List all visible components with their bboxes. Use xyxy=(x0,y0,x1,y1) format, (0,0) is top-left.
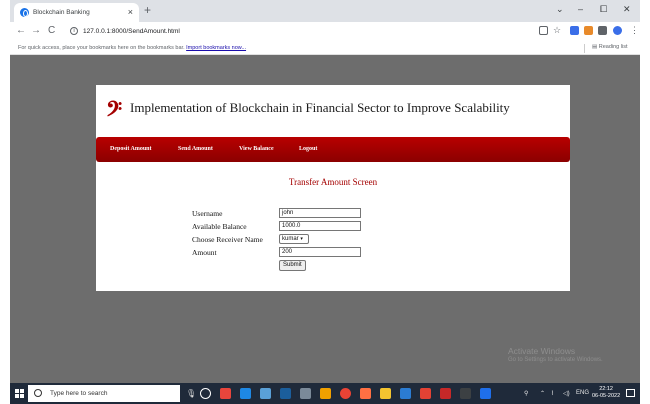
forward-icon[interactable]: → xyxy=(31,25,41,36)
minimize-icon[interactable]: – xyxy=(578,4,583,14)
screen: Blockchain Banking × + ⌄ – ⧠ ✕ ← → C i 1… xyxy=(10,0,640,404)
chrome-favicon-icon xyxy=(20,8,29,17)
extensions-puzzle-icon[interactable] xyxy=(598,26,607,35)
search-placeholder: Type here to search xyxy=(50,390,108,397)
username-label: Username xyxy=(192,209,223,218)
extension-shield-icon[interactable] xyxy=(570,26,579,35)
store-icon[interactable] xyxy=(280,388,291,399)
activate-windows-watermark: Activate Windows Go to Settings to activ… xyxy=(508,346,603,363)
site-info-icon[interactable]: i xyxy=(70,27,78,35)
browser-tabstrip: Blockchain Banking × + ⌄ – ⧠ ✕ xyxy=(10,0,640,22)
reading-list-label: Reading list xyxy=(598,44,628,50)
share-icon[interactable] xyxy=(539,26,548,35)
app-icon[interactable] xyxy=(440,388,451,399)
taskbar-search[interactable]: Type here to search xyxy=(28,385,180,402)
taskview-icon[interactable] xyxy=(220,388,231,399)
back-icon[interactable]: ← xyxy=(16,25,26,36)
url-text: 127.0.0.1:8000/SendAmount.html xyxy=(83,28,180,35)
receiver-selected: kumar xyxy=(282,236,299,242)
bookmarks-bar: For quick access, place your bookmarks h… xyxy=(10,41,640,55)
site-header: 𝄢 Implementation of Blockchain in Financ… xyxy=(96,85,570,135)
reload-icon[interactable]: C xyxy=(48,25,55,36)
word-icon[interactable] xyxy=(400,388,411,399)
people-icon[interactable]: ⚲ xyxy=(524,390,528,397)
photos-icon[interactable] xyxy=(260,388,271,399)
pdf-icon[interactable] xyxy=(420,388,431,399)
balance-field[interactable]: 1000.0 xyxy=(279,221,361,231)
menu-view-balance[interactable]: View Balance xyxy=(239,146,274,152)
browser-tab[interactable]: Blockchain Banking × xyxy=(14,3,139,22)
windows-start-icon[interactable] xyxy=(15,389,24,398)
language-icon[interactable]: ENG xyxy=(576,390,589,396)
amount-field[interactable]: 200 xyxy=(279,247,361,257)
receiver-label: Choose Receiver Name xyxy=(192,235,263,244)
cortana-icon[interactable] xyxy=(200,388,211,399)
paint-icon[interactable] xyxy=(360,388,371,399)
calculator-icon[interactable] xyxy=(320,388,331,399)
amount-label: Amount xyxy=(192,248,217,257)
menu-deposit-amount[interactable]: Deposit Amount xyxy=(110,146,152,152)
profile-icon[interactable] xyxy=(613,26,622,35)
microphone-icon[interactable]: 🎙 xyxy=(186,389,196,398)
bass-clef-logo-icon: 𝄢 xyxy=(106,97,123,126)
star-icon[interactable]: ☆ xyxy=(553,25,562,35)
tab-search-icon[interactable]: ⌄ xyxy=(556,4,564,15)
notification-icon[interactable] xyxy=(626,389,635,397)
extension-fox-icon[interactable] xyxy=(584,26,593,35)
network-icon[interactable]: ⌇ xyxy=(551,390,554,397)
menu-send-amount[interactable]: Send Amount xyxy=(178,146,213,152)
maximize-icon[interactable]: ⧠ xyxy=(600,4,607,15)
divider xyxy=(584,44,585,53)
bookmarks-message: For quick access, place your bookmarks h… xyxy=(18,45,246,51)
browser-toolbar: ← → C i 127.0.0.1:8000/SendAmount.html ☆… xyxy=(10,22,640,41)
clock-date: 06-05-2022 xyxy=(592,393,621,399)
chevron-down-icon: ▾ xyxy=(300,236,303,242)
lock-icon[interactable] xyxy=(300,388,311,399)
volume-icon[interactable]: ◁) xyxy=(563,390,570,397)
vscode-icon[interactable] xyxy=(480,388,491,399)
search-icon xyxy=(34,389,42,397)
close-tab-icon[interactable]: × xyxy=(128,7,133,17)
username-field[interactable]: john xyxy=(279,208,361,218)
main-menu: Deposit Amount Send Amount View Balance … xyxy=(96,137,570,162)
tab-title: Blockchain Banking xyxy=(33,9,90,16)
file-explorer-icon[interactable] xyxy=(380,388,391,399)
edge-icon[interactable] xyxy=(240,388,251,399)
chrome-icon[interactable] xyxy=(340,388,351,399)
import-bookmarks-link[interactable]: Import bookmarks now... xyxy=(186,45,246,51)
menu-kebab-icon[interactable]: ⋮ xyxy=(630,25,639,36)
bookmarks-hint: For quick access, place your bookmarks h… xyxy=(18,45,185,51)
watermark-line1: Activate Windows xyxy=(508,346,576,356)
tray-chevron-icon[interactable]: ⌃ xyxy=(540,390,545,397)
site-title: Implementation of Blockchain in Financia… xyxy=(130,100,510,115)
taskbar: Type here to search 🎙 ⚲ ⌃ ⌇ ◁) ENG 22:12… xyxy=(10,383,640,404)
reading-list-icon: ▤ xyxy=(592,44,599,50)
screen-title: Transfer Amount Screen xyxy=(288,177,378,187)
submit-button[interactable]: Submit xyxy=(279,260,306,271)
reading-list-button[interactable]: ▤ Reading list xyxy=(584,44,628,53)
receiver-select[interactable]: kumar ▾ xyxy=(279,234,309,244)
menu-logout[interactable]: Logout xyxy=(299,146,317,152)
close-window-icon[interactable]: ✕ xyxy=(623,4,631,15)
clock-time: 22:12 xyxy=(599,386,613,392)
balance-label: Available Balance xyxy=(192,222,247,231)
watermark-line2: Go to Settings to activate Windows. xyxy=(508,357,603,363)
terminal-icon[interactable] xyxy=(460,388,471,399)
page-container: 𝄢 Implementation of Blockchain in Financ… xyxy=(96,85,570,291)
new-tab-icon[interactable]: + xyxy=(144,3,151,17)
taskbar-clock[interactable]: 22:12 06-05-2022 xyxy=(592,386,620,400)
address-bar[interactable]: i 127.0.0.1:8000/SendAmount.html xyxy=(66,24,536,39)
